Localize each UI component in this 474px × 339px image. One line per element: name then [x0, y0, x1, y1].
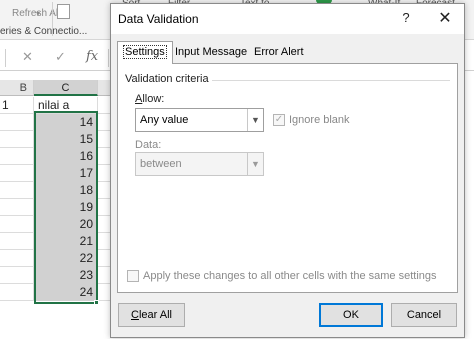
cell-b[interactable] [0, 267, 34, 284]
clear-all-label: lear All [138, 309, 172, 321]
column-header-b[interactable]: B [0, 80, 34, 96]
tab-settings-label: Settings [123, 45, 167, 59]
cell-b[interactable] [0, 114, 34, 131]
table-row: 16 [0, 148, 120, 165]
apply-all-label: Apply these changes to all other cells w… [143, 270, 437, 282]
help-icon[interactable]: ? [399, 10, 413, 25]
criteria-divider [212, 80, 450, 81]
table-row: 14 [0, 114, 120, 131]
allow-label: Allow: [135, 93, 164, 105]
data-label: Data: [135, 139, 162, 151]
cell-b[interactable] [0, 233, 34, 250]
cell-b[interactable] [0, 165, 34, 182]
cell-value[interactable]: 18 [34, 182, 98, 199]
table-row: 23 [0, 267, 120, 284]
allow-label-text: llow: [142, 93, 165, 105]
dropdown-arrow-icon[interactable]: ▼ [247, 109, 263, 131]
cell-value[interactable]: 17 [34, 165, 98, 182]
data-select[interactable]: between ▼ [135, 152, 264, 176]
dropdown-arrow-icon[interactable]: ▼ [247, 153, 263, 175]
cell-value[interactable]: 14 [34, 114, 98, 131]
ribbon-divider [52, 2, 53, 36]
data-select-value: between [140, 158, 182, 170]
cell-b[interactable] [0, 250, 34, 267]
chevron-down-icon: ▾ [36, 9, 41, 18]
fx-icon[interactable]: fx [86, 49, 98, 64]
validation-criteria-label: Validation criteria [125, 73, 209, 85]
cell-b[interactable] [0, 284, 34, 301]
cell-value[interactable]: 16 [34, 148, 98, 165]
dialog-titlebar[interactable]: Data Validation ? ✕ [111, 4, 464, 34]
table-row: 18 [0, 182, 120, 199]
table-row: 22 [0, 250, 120, 267]
column-header-c[interactable]: C [34, 80, 98, 96]
table-row: 24 [0, 284, 120, 301]
cell-b[interactable] [0, 131, 34, 148]
dialog-title: Data Validation [118, 12, 199, 26]
table-row: 20 [0, 216, 120, 233]
tab-settings[interactable]: Settings [117, 41, 173, 64]
data-validation-dialog: Data Validation ? ✕ Settings Input Messa… [110, 3, 465, 338]
cell-b[interactable] [0, 199, 34, 216]
cell-b[interactable] [0, 148, 34, 165]
apply-all-checkbox[interactable] [127, 270, 139, 282]
allow-select[interactable]: Any value ▼ [135, 108, 264, 132]
ignore-blank-checkbox[interactable]: ✓ [273, 114, 285, 126]
cancel-icon[interactable]: ✕ [22, 49, 33, 65]
tab-input-message[interactable]: Input Message [169, 42, 253, 63]
cell-value[interactable]: 21 [34, 233, 98, 250]
cell-c1[interactable]: nilai a [34, 97, 98, 114]
settings-panel: Validation criteria Allow: Any value ▼ ✓… [117, 63, 458, 293]
ok-button[interactable]: OK [319, 303, 383, 327]
properties-icon[interactable] [57, 4, 70, 19]
queries-connections-button[interactable]: eries & Connectio... [0, 26, 87, 37]
ignore-blank-label: Ignore blank [289, 114, 350, 126]
cell-value[interactable]: 24 [34, 284, 98, 301]
allow-select-value: Any value [140, 114, 189, 126]
cell-value[interactable]: 19 [34, 199, 98, 216]
cell-value[interactable]: 15 [34, 131, 98, 148]
close-icon[interactable]: ✕ [435, 8, 455, 28]
table-row: 17 [0, 165, 120, 182]
formula-bar-divider [108, 49, 109, 67]
clear-all-button[interactable]: Clear All [118, 303, 185, 327]
fill-handle[interactable] [94, 300, 99, 305]
table-row: 1 nilai a [0, 97, 120, 114]
formula-bar-grip [5, 49, 6, 67]
tab-error-alert[interactable]: Error Alert [248, 42, 310, 63]
clear-accelerator: C [131, 309, 139, 321]
row-number[interactable]: 1 [0, 97, 34, 114]
cell-b[interactable] [0, 182, 34, 199]
worksheet-grid[interactable]: B C 1 nilai a 14 15 16 17 18 19 20 21 22 23 24 [0, 80, 120, 339]
table-row: 21 [0, 233, 120, 250]
cell-value[interactable]: 20 [34, 216, 98, 233]
table-row: 19 [0, 199, 120, 216]
cell-value[interactable]: 23 [34, 267, 98, 284]
cell-b[interactable] [0, 216, 34, 233]
table-row: 15 [0, 131, 120, 148]
cancel-button[interactable]: Cancel [391, 303, 457, 327]
cell-value[interactable]: 22 [34, 250, 98, 267]
enter-icon[interactable]: ✓ [55, 49, 66, 65]
